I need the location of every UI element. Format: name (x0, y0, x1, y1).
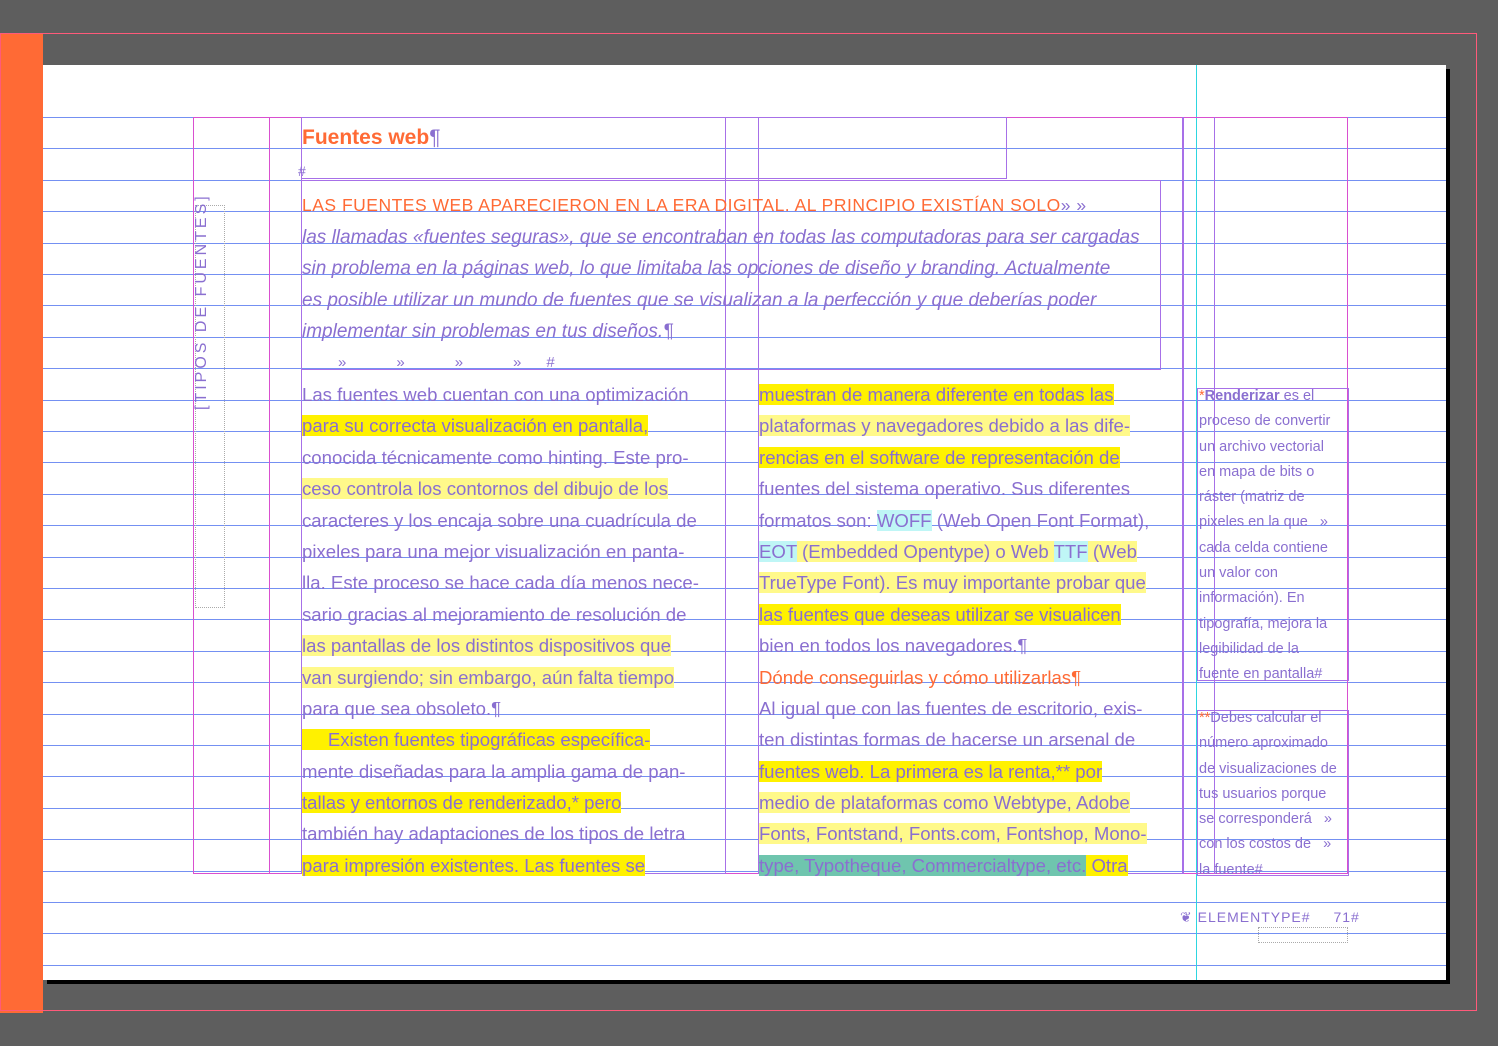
sidenote-line: con los costos de » (1199, 836, 1332, 853)
sidenote-line: un archivo vectorial (1199, 438, 1324, 455)
sidenote-line: la fuente# (1199, 861, 1263, 878)
intro-line: sin problema en la páginas web, lo que l… (302, 258, 1111, 280)
body-line: medio de plataformas como Webtype, Adobe (759, 792, 1130, 814)
tab-markers: » » » » # (338, 354, 555, 371)
body-line: rencias en el software de representación… (759, 446, 1120, 468)
sidenote-line: tipografía, mejora la (1199, 615, 1328, 632)
column-1-text: Las fuentes web cuentan con una optimiza… (302, 379, 726, 881)
body-line: caracteres y los encaja sobre una cuadrí… (302, 509, 697, 531)
body-line: Las fuentes web cuentan con una optimiza… (302, 384, 689, 405)
body-line: sario gracias al mejoramiento de resoluc… (302, 603, 687, 625)
sidenote-2: **Debes calcular el número aproximado de… (1199, 706, 1347, 883)
body-line: muestran de manera diferente en todas la… (759, 384, 1114, 405)
baseline-grid-line (43, 965, 1446, 966)
column-2-text: muestran de manera diferente en todas la… (759, 379, 1183, 881)
sidenote-line: un valor con (1199, 565, 1278, 582)
body-text: (Web (1087, 540, 1137, 562)
format-ttf: TTF (1053, 540, 1088, 562)
body-line: para impresión existentes. Las fuentes s… (302, 854, 646, 876)
sidenote-line: cada celda contiene (1199, 539, 1328, 556)
format-eot: EOT (759, 540, 797, 562)
body-line: Existen fuentes tipográficas específica- (302, 729, 651, 751)
body-text: (Web Open Font Format), (931, 509, 1150, 531)
sidenote-line: en mapa de bits o (1199, 463, 1315, 480)
body-line: lla. Este proceso se hace cada día menos… (302, 572, 699, 594)
intro-line: es posible utilizar un mundo de fuentes … (302, 289, 1097, 311)
body-line: tallas y entornos de renderizado,* pero (302, 792, 622, 814)
lead-caps-line: LAS FUENTES WEB APARECIERON EN LA ERA DI… (302, 195, 1087, 215)
baseline-grid-line (43, 933, 1446, 934)
body-line: conocida técnicamente como hinting. Este… (302, 446, 689, 468)
intro-paragraph: las llamadas «fuentes seguras», que se e… (302, 222, 1162, 348)
body-line: fuentes web. La primera es la renta,** p… (759, 760, 1103, 782)
body-line: van surgiendo; sin embargo, aún falta ti… (302, 666, 675, 688)
body-line: mente diseñadas para la amplia gama de p… (302, 760, 686, 782)
page-title: Fuentes web¶ (302, 126, 441, 149)
sidenote-line: número aproximado (1199, 735, 1328, 752)
body-line: TrueType Font). Es muy importante probar… (759, 572, 1146, 594)
body-line: para que sea obsoleto.¶ (302, 697, 502, 719)
frame-end-mark: # (298, 163, 306, 179)
page-number: 71# (1333, 909, 1360, 925)
body-line: Al igual que con las fuentes de escritor… (759, 697, 1143, 719)
body-line: también hay adaptaciones de los tipos de… (302, 823, 686, 845)
footnote-marker: ** (1199, 710, 1211, 726)
sidenote-1: *Renderizar es el proceso de convertir u… (1199, 384, 1347, 688)
sidenote-line: ráster (matriz de (1199, 489, 1305, 506)
baseline-grid-line (43, 902, 1446, 903)
body-line: las pantallas de los distintos dispositi… (302, 635, 671, 657)
sidenote-line: se corresponderá » (1199, 811, 1332, 828)
intro-line: implementar sin problemas en tus diseños… (302, 321, 674, 343)
body-line: las fuentes que deseas utilizar se visua… (759, 603, 1121, 625)
body-line: ceso controla los contornos del dibujo d… (302, 478, 668, 500)
sidenote-line: tus usuarios porque (1199, 785, 1327, 802)
sidenote-line: legibilidad de la (1199, 640, 1299, 657)
brand-name: ELEMENTYPE# (1197, 909, 1311, 925)
sidenote-line: Debes calcular el (1210, 710, 1322, 726)
body-line: bien en todos los navegadores.¶ (759, 635, 1028, 657)
brand-icon: ❦ (1180, 909, 1193, 925)
body-line: ten distintas formas de hacerse un arsen… (759, 729, 1136, 751)
vertical-section-label: [TIPOS DE FUENTES] (193, 193, 210, 410)
left-bleed-strip (0, 33, 43, 1013)
subheading: Dónde conseguirlas y cómo utilizarlas¶ (759, 666, 1082, 688)
body-line: para su correcta visualización en pantal… (302, 415, 649, 437)
page-folio: ❦ ELEMENTYPE# 71# (1180, 909, 1360, 926)
sidenote-line: proceso de convertir (1199, 413, 1331, 430)
body-line: Fonts, Fontstand, Fonts.com, Fontshop, M… (759, 823, 1147, 845)
format-woff: WOFF (876, 509, 932, 531)
margin-guide-inner (269, 117, 270, 874)
body-line: plataformas y navegadores debido a las d… (759, 415, 1131, 437)
sidenote-line: fuente en pantalla# (1199, 666, 1323, 683)
body-text: (Embedded Opentype) o Web (796, 540, 1054, 562)
sidenote-line: es el (1279, 388, 1315, 404)
body-line: pixeles para una mejor visualización en … (302, 540, 685, 562)
body-line: type, Typotheque, Commercialtype, etc. (759, 854, 1087, 876)
sidenote-line: información). En (1199, 590, 1305, 607)
sidenote-term: Renderizar (1204, 388, 1280, 404)
sidenote-line: pixeles en la que » (1199, 514, 1328, 531)
sidenote-line: de visualizaciones de (1199, 760, 1337, 777)
body-text: formatos son: (759, 509, 877, 531)
intro-line: las llamadas «fuentes seguras», que se e… (302, 227, 1140, 248)
body-line: fuentes del sistema operativo. Sus difer… (759, 478, 1131, 500)
body-text: Otra (1086, 854, 1128, 876)
folio-frame[interactable] (1258, 927, 1348, 943)
